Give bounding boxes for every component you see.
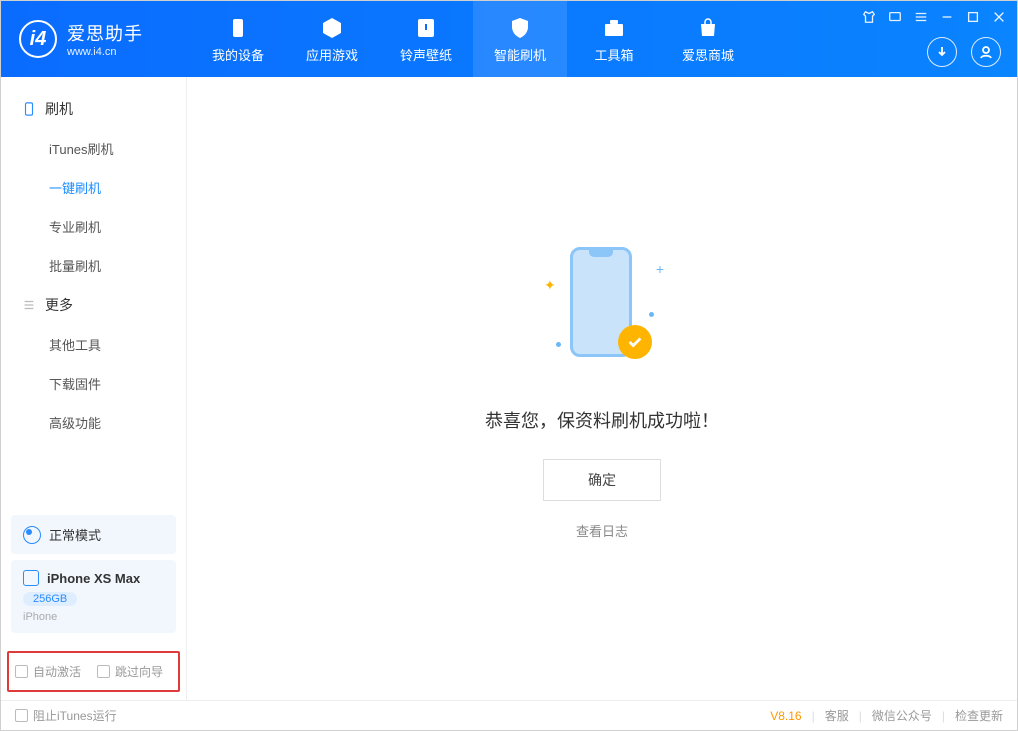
sidebar-item-pro-flash[interactable]: 专业刷机 [1,207,186,246]
nav-store[interactable]: 爱思商城 [661,1,755,77]
ok-button[interactable]: 确定 [543,459,661,501]
sidebar: 刷机 iTunes刷机 一键刷机 专业刷机 批量刷机 更多 其他工具 下载固件 … [1,77,187,700]
feedback-icon[interactable] [887,9,903,25]
nav-ringtone-wallpaper[interactable]: 铃声壁纸 [379,1,473,77]
checkbox-icon [15,709,28,722]
nav-label: 应用游戏 [306,45,358,64]
nav-label: 我的设备 [212,45,264,64]
wechat-link[interactable]: 微信公众号 [872,707,932,724]
music-icon [413,15,439,41]
nav-apps-games[interactable]: 应用游戏 [285,1,379,77]
minimize-icon[interactable] [939,9,955,25]
device-icon [23,570,39,586]
mode-card[interactable]: 正常模式 [11,515,176,554]
sidebar-group-label: 刷机 [45,99,73,119]
top-nav: 我的设备 应用游戏 铃声壁纸 智能刷机 工具箱 爱思商城 [191,1,755,77]
sidebar-item-advanced[interactable]: 高级功能 [1,403,186,442]
main-content: ✦ + 恭喜您，保资料刷机成功啦！ 确定 查看日志 [187,77,1017,700]
nav-label: 铃声壁纸 [400,45,452,64]
skin-icon[interactable] [861,9,877,25]
nav-toolbox[interactable]: 工具箱 [567,1,661,77]
device-icon [225,15,251,41]
checkbox-skip-guide[interactable]: 跳过向导 [97,663,163,680]
cube-icon [319,15,345,41]
nav-label: 智能刷机 [494,45,546,64]
option-highlight-box: 自动激活 跳过向导 [7,651,180,692]
sidebar-item-batch-flash[interactable]: 批量刷机 [1,246,186,285]
mode-label: 正常模式 [49,525,101,544]
list-icon [21,297,37,313]
nav-label: 工具箱 [594,45,633,64]
version-label: V8.16 [770,709,801,723]
phone-icon [21,101,37,117]
checkbox-label: 自动激活 [33,663,81,680]
maximize-icon[interactable] [965,9,981,25]
success-illustration: ✦ + [532,237,672,377]
view-log-link[interactable]: 查看日志 [576,521,628,540]
device-type: iPhone [23,611,164,623]
download-icon[interactable] [927,37,957,67]
user-icon[interactable] [971,37,1001,67]
checkbox-block-itunes[interactable]: 阻止iTunes运行 [15,707,117,724]
bag-icon [695,15,721,41]
device-capacity: 256GB [23,592,77,606]
checkbox-auto-activate[interactable]: 自动激活 [15,663,81,680]
sidebar-item-itunes-flash[interactable]: iTunes刷机 [1,129,186,168]
nav-my-device[interactable]: 我的设备 [191,1,285,77]
app-logo: i4 爱思助手 www.i4.cn [1,20,191,58]
device-card[interactable]: iPhone XS Max 256GB iPhone [11,560,176,633]
menu-icon[interactable] [913,9,929,25]
support-link[interactable]: 客服 [825,707,849,724]
sidebar-item-download-firmware[interactable]: 下载固件 [1,364,186,403]
mode-icon [23,526,41,544]
checkbox-label: 跳过向导 [115,663,163,680]
sidebar-group-label: 更多 [45,295,73,315]
logo-icon: i4 [19,20,57,58]
dot-icon [556,342,561,347]
check-update-link[interactable]: 检查更新 [955,707,1003,724]
checkbox-label: 阻止iTunes运行 [33,707,117,724]
sparkle-icon: + [656,261,664,277]
sidebar-item-oneclick-flash[interactable]: 一键刷机 [1,168,186,207]
shield-icon [507,15,533,41]
toolbox-icon [601,15,627,41]
sidebar-item-other-tools[interactable]: 其他工具 [1,325,186,364]
app-header: i4 爱思助手 www.i4.cn 我的设备 应用游戏 铃声壁纸 智能刷机 工具… [1,1,1017,77]
window-controls [861,9,1007,25]
sparkle-icon: ✦ [544,277,556,294]
close-icon[interactable] [991,9,1007,25]
status-bar: 阻止iTunes运行 V8.16 | 客服 | 微信公众号 | 检查更新 [1,700,1017,730]
nav-smart-flash[interactable]: 智能刷机 [473,1,567,77]
dot-icon [649,312,654,317]
device-name: iPhone XS Max [47,571,140,586]
app-subtitle: www.i4.cn [67,46,143,58]
sidebar-group-flash: 刷机 [1,89,186,129]
checkmark-badge-icon [618,325,652,359]
nav-label: 爱思商城 [682,45,734,64]
checkbox-icon [15,665,28,678]
success-message: 恭喜您，保资料刷机成功啦！ [485,407,719,433]
checkbox-icon [97,665,110,678]
sidebar-group-more: 更多 [1,285,186,325]
app-title: 爱思助手 [67,20,143,46]
